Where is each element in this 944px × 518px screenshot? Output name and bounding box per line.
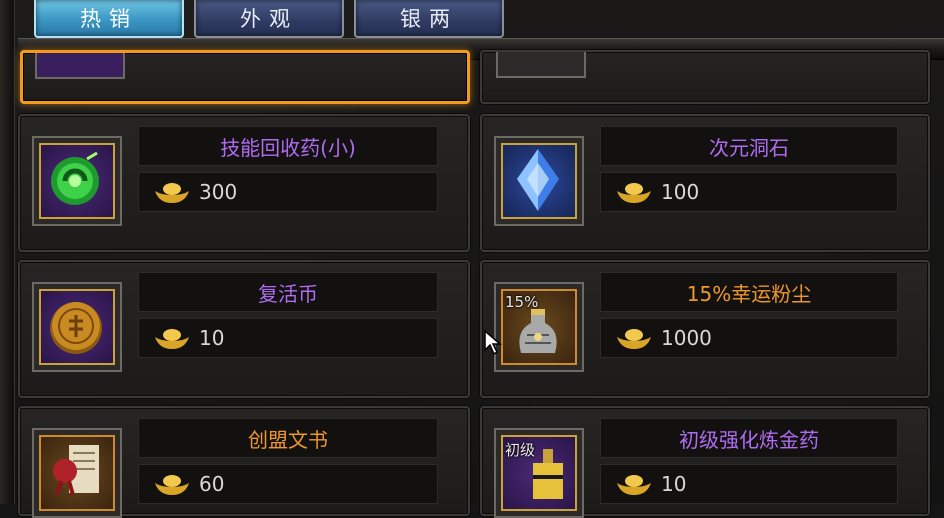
item-name: 次元洞石: [600, 126, 898, 166]
gold-ingot-icon: [617, 183, 651, 203]
tab-label: 外观: [240, 7, 298, 31]
item-icon-frame: [32, 282, 122, 372]
gold-ingot-icon: [617, 329, 651, 349]
shop-tabs: 热销 外观 银两: [34, 0, 504, 40]
item-price-box: 60: [138, 464, 438, 504]
shop-item-card[interactable]: 次元洞石 100: [480, 114, 930, 252]
item-name: 初级强化炼金药: [600, 418, 898, 458]
tab-appearance[interactable]: 外观: [194, 0, 344, 38]
potion-bottle-icon: 初级: [501, 435, 577, 511]
item-name: 技能回收药(小): [138, 126, 438, 166]
item-name: 15%幸运粉尘: [600, 272, 898, 312]
gold-ingot-icon: [155, 329, 189, 349]
shop-item-card[interactable]: 技能回收药(小) 300: [18, 114, 470, 252]
green-orb-icon: [39, 143, 115, 219]
blue-crystal-icon: [501, 143, 577, 219]
shop-item-card[interactable]: 创盟文书 60: [18, 406, 470, 518]
dust-bag-icon: 15%: [501, 289, 577, 365]
shop-item-card-partial-selected[interactable]: [20, 50, 470, 104]
item-icon-frame: 初级: [494, 428, 584, 518]
tab-silver[interactable]: 银两: [354, 0, 504, 38]
shop-item-card[interactable]: 15% 15%幸运粉尘 1000: [480, 260, 930, 398]
item-price: 300: [199, 180, 238, 204]
gold-coin-icon: [39, 289, 115, 365]
item-icon-frame: 15%: [494, 282, 584, 372]
shop-item-card[interactable]: 复活币 10: [18, 260, 470, 398]
gold-ingot-icon: [155, 183, 189, 203]
item-price-box: 1000: [600, 318, 898, 358]
shop-item-card-partial[interactable]: [480, 50, 930, 104]
item-price-box: 10: [138, 318, 438, 358]
scroll-seal-icon: [39, 435, 115, 511]
item-price: 1000: [661, 326, 712, 350]
item-icon-frame: [32, 428, 122, 518]
item-price-box: 10: [600, 464, 898, 504]
tab-label: 热销: [80, 7, 138, 31]
item-price: 100: [661, 180, 700, 204]
mouse-cursor-icon: [484, 330, 503, 356]
item-price: 60: [199, 472, 225, 496]
item-price: 10: [199, 326, 225, 350]
item-icon-frame: [32, 136, 122, 226]
gold-ingot-icon: [155, 475, 189, 495]
left-frame-rail: [0, 0, 15, 504]
item-badge: 初级: [505, 441, 536, 459]
item-price-box: 300: [138, 172, 438, 212]
shop-item-card[interactable]: 初级 初级强化炼金药 10: [480, 406, 930, 518]
item-badge: 15%: [505, 293, 539, 311]
tab-label: 银两: [400, 7, 458, 31]
gold-ingot-icon: [617, 475, 651, 495]
partial-icon-frame: [496, 52, 586, 78]
item-name: 创盟文书: [138, 418, 438, 458]
item-name: 复活币: [138, 272, 438, 312]
item-icon-frame: [494, 136, 584, 226]
partial-icon-frame: [35, 53, 125, 79]
tab-hot-sale[interactable]: 热销: [34, 0, 184, 38]
item-price: 10: [661, 472, 687, 496]
item-price-box: 100: [600, 172, 898, 212]
